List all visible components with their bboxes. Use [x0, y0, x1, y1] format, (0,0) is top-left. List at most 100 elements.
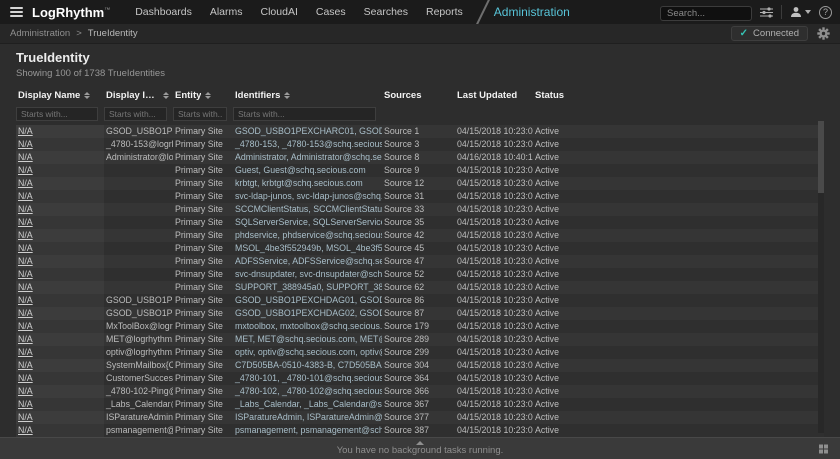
table-row[interactable]: N/A psmanagement@... Primary Site psmana… [16, 424, 824, 437]
table-row[interactable]: N/A Primary Site ADFSService, ADFSServic… [16, 255, 824, 268]
display-identifier-cell [104, 268, 173, 281]
display-name-link[interactable]: N/A [18, 347, 33, 357]
display-name-link[interactable]: N/A [18, 386, 33, 396]
display-name-cell: N/A [16, 294, 104, 307]
filter-entity[interactable] [173, 107, 227, 121]
breadcrumb-administration[interactable]: Administration [10, 28, 70, 39]
global-search-input[interactable] [660, 6, 752, 21]
column-header-entity[interactable]: Entity [173, 87, 233, 103]
table-row[interactable]: N/A Primary Site svc-ldap-junos, svc-lda… [16, 190, 824, 203]
table-row[interactable]: N/A GSOD_USBO1PEX... Primary Site GSOD_U… [16, 307, 824, 320]
table-row[interactable]: N/A Primary Site phdservice, phdservice@… [16, 229, 824, 242]
help-icon[interactable]: ? [819, 6, 832, 19]
table-row[interactable]: N/A GSOD_USBO1PEX... Primary Site GSOD_U… [16, 294, 824, 307]
filter-identifiers[interactable] [233, 107, 376, 121]
last-updated-cell: 04/15/2018 10:23:03 pm [455, 203, 533, 216]
nav-item-reports[interactable]: Reports [417, 0, 472, 24]
display-name-link[interactable]: N/A [18, 425, 33, 435]
table-row[interactable]: N/A Primary Site Guest, Guest@schq.secio… [16, 164, 824, 177]
display-name-cell: N/A [16, 268, 104, 281]
table-row[interactable]: N/A _Labs_Calendar@... Primary Site _Lab… [16, 398, 824, 411]
last-updated-cell: 04/15/2018 10:23:03 pm [455, 177, 533, 190]
last-updated-cell: 04/15/2018 10:23:03 pm [455, 281, 533, 294]
scrollbar-thumb[interactable] [818, 121, 824, 193]
vertical-scrollbar[interactable] [818, 121, 824, 433]
column-header-display-identifier[interactable]: Display Identifier [104, 87, 173, 103]
display-name-link[interactable]: N/A [18, 204, 33, 214]
table-row[interactable]: N/A CustomerSuccess... Primary Site _478… [16, 372, 824, 385]
display-name-link[interactable]: N/A [18, 269, 33, 279]
table-row[interactable]: N/A Administrator@lo... Primary Site Adm… [16, 151, 824, 164]
nav-item-administration[interactable]: Administration [494, 5, 570, 19]
display-identifier-cell: CustomerSuccess... [104, 372, 173, 385]
sources-cell: Source 42 [382, 229, 455, 242]
user-menu[interactable] [790, 6, 811, 18]
table-row[interactable]: N/A Primary Site MSOL_4be3f552949b, MSOL… [16, 242, 824, 255]
display-name-link[interactable]: N/A [18, 334, 33, 344]
display-name-link[interactable]: N/A [18, 139, 33, 149]
display-name-link[interactable]: N/A [18, 373, 33, 383]
nav-item-cloudai[interactable]: CloudAI [252, 0, 307, 24]
sources-cell: Source 179 [382, 320, 455, 333]
filter-display-name[interactable] [16, 107, 98, 121]
table-row[interactable]: N/A MxToolBox@logr... Primary Site mxtoo… [16, 320, 824, 333]
table-row[interactable]: N/A Primary Site krbtgt, krbtgt@schq.sec… [16, 177, 824, 190]
display-name-link[interactable]: N/A [18, 126, 33, 136]
display-name-cell: N/A [16, 307, 104, 320]
display-name-link[interactable]: N/A [18, 152, 33, 162]
display-name-link[interactable]: N/A [18, 360, 33, 370]
nav-item-searches[interactable]: Searches [355, 0, 417, 24]
display-name-link[interactable]: N/A [18, 412, 33, 422]
filter-display-identifier[interactable] [104, 107, 167, 121]
display-name-link[interactable]: N/A [18, 230, 33, 240]
display-name-link[interactable]: N/A [18, 217, 33, 227]
table-row[interactable]: N/A _4780-102-Ping@... Primary Site _478… [16, 385, 824, 398]
settings-gear-icon[interactable] [817, 27, 830, 40]
nav-item-alarms[interactable]: Alarms [201, 0, 252, 24]
table-row[interactable]: N/A Primary Site SQLServerService, SQLSe… [16, 216, 824, 229]
identifiers-cell: C7D505BA-0510-4383-B, C7D505BA-0510-4... [233, 359, 382, 372]
nav-item-dashboards[interactable]: Dashboards [126, 0, 201, 24]
display-name-link[interactable]: N/A [18, 308, 33, 318]
sources-cell: Source 47 [382, 255, 455, 268]
search-filter-icon[interactable] [760, 7, 773, 18]
table-row[interactable]: N/A ISParatureAdmin... Primary Site ISPa… [16, 411, 824, 424]
display-name-link[interactable]: N/A [18, 399, 33, 409]
sources-cell: Source 86 [382, 294, 455, 307]
identifiers-cell: krbtgt, krbtgt@schq.secious.com [233, 177, 382, 190]
table-row[interactable]: N/A MET@logrhythm.... Primary Site MET, … [16, 333, 824, 346]
table-row[interactable]: N/A _4780-153@logrh... Primary Site _478… [16, 138, 824, 151]
identifiers-cell: GSOD_USBO1PEXCHDAG02, GSOD_USBO1... [233, 307, 382, 320]
table-row[interactable]: N/A GSOD_USBO1PEX... Primary Site GSOD_U… [16, 125, 824, 138]
nav-item-cases[interactable]: Cases [307, 0, 355, 24]
identifiers-cell: psmanagement, psmanagement@schq.seci... [233, 424, 382, 437]
column-header-display-name[interactable]: Display Name [16, 87, 104, 103]
display-name-link[interactable]: N/A [18, 178, 33, 188]
display-name-link[interactable]: N/A [18, 191, 33, 201]
display-name-link[interactable]: N/A [18, 282, 33, 292]
entity-cell: Primary Site [173, 268, 233, 281]
display-name-cell: N/A [16, 346, 104, 359]
table-row[interactable]: N/A Primary Site SUPPORT_388945a0, SUPPO… [16, 281, 824, 294]
logo[interactable]: LogRhythm™ [32, 5, 110, 20]
display-name-link[interactable]: N/A [18, 295, 33, 305]
column-header-identifiers[interactable]: Identifiers [233, 87, 382, 103]
last-updated-cell: 04/15/2018 10:23:03 pm [455, 424, 533, 437]
column-header-sources[interactable]: Sources [382, 87, 455, 103]
connected-status[interactable]: ✓ Connected [731, 26, 808, 41]
column-header-status[interactable]: Status [533, 87, 824, 103]
identifiers-cell: SQLServerService, SQLServerService@schq.… [233, 216, 382, 229]
background-tasks-icon[interactable] [819, 444, 828, 453]
display-name-link[interactable]: N/A [18, 243, 33, 253]
display-identifier-cell [104, 281, 173, 294]
sources-cell: Source 304 [382, 359, 455, 372]
display-name-link[interactable]: N/A [18, 165, 33, 175]
table-row[interactable]: N/A SystemMailbox{C... Primary Site C7D5… [16, 359, 824, 372]
column-header-last-updated[interactable]: Last Updated [455, 87, 533, 103]
display-name-link[interactable]: N/A [18, 321, 33, 331]
table-row[interactable]: N/A optiv@logrhythm... Primary Site opti… [16, 346, 824, 359]
display-name-link[interactable]: N/A [18, 256, 33, 266]
table-row[interactable]: N/A Primary Site SCCMClientStatus, SCCMC… [16, 203, 824, 216]
hamburger-icon[interactable] [10, 7, 23, 17]
table-row[interactable]: N/A Primary Site svc-dnsupdater, svc-dns… [16, 268, 824, 281]
